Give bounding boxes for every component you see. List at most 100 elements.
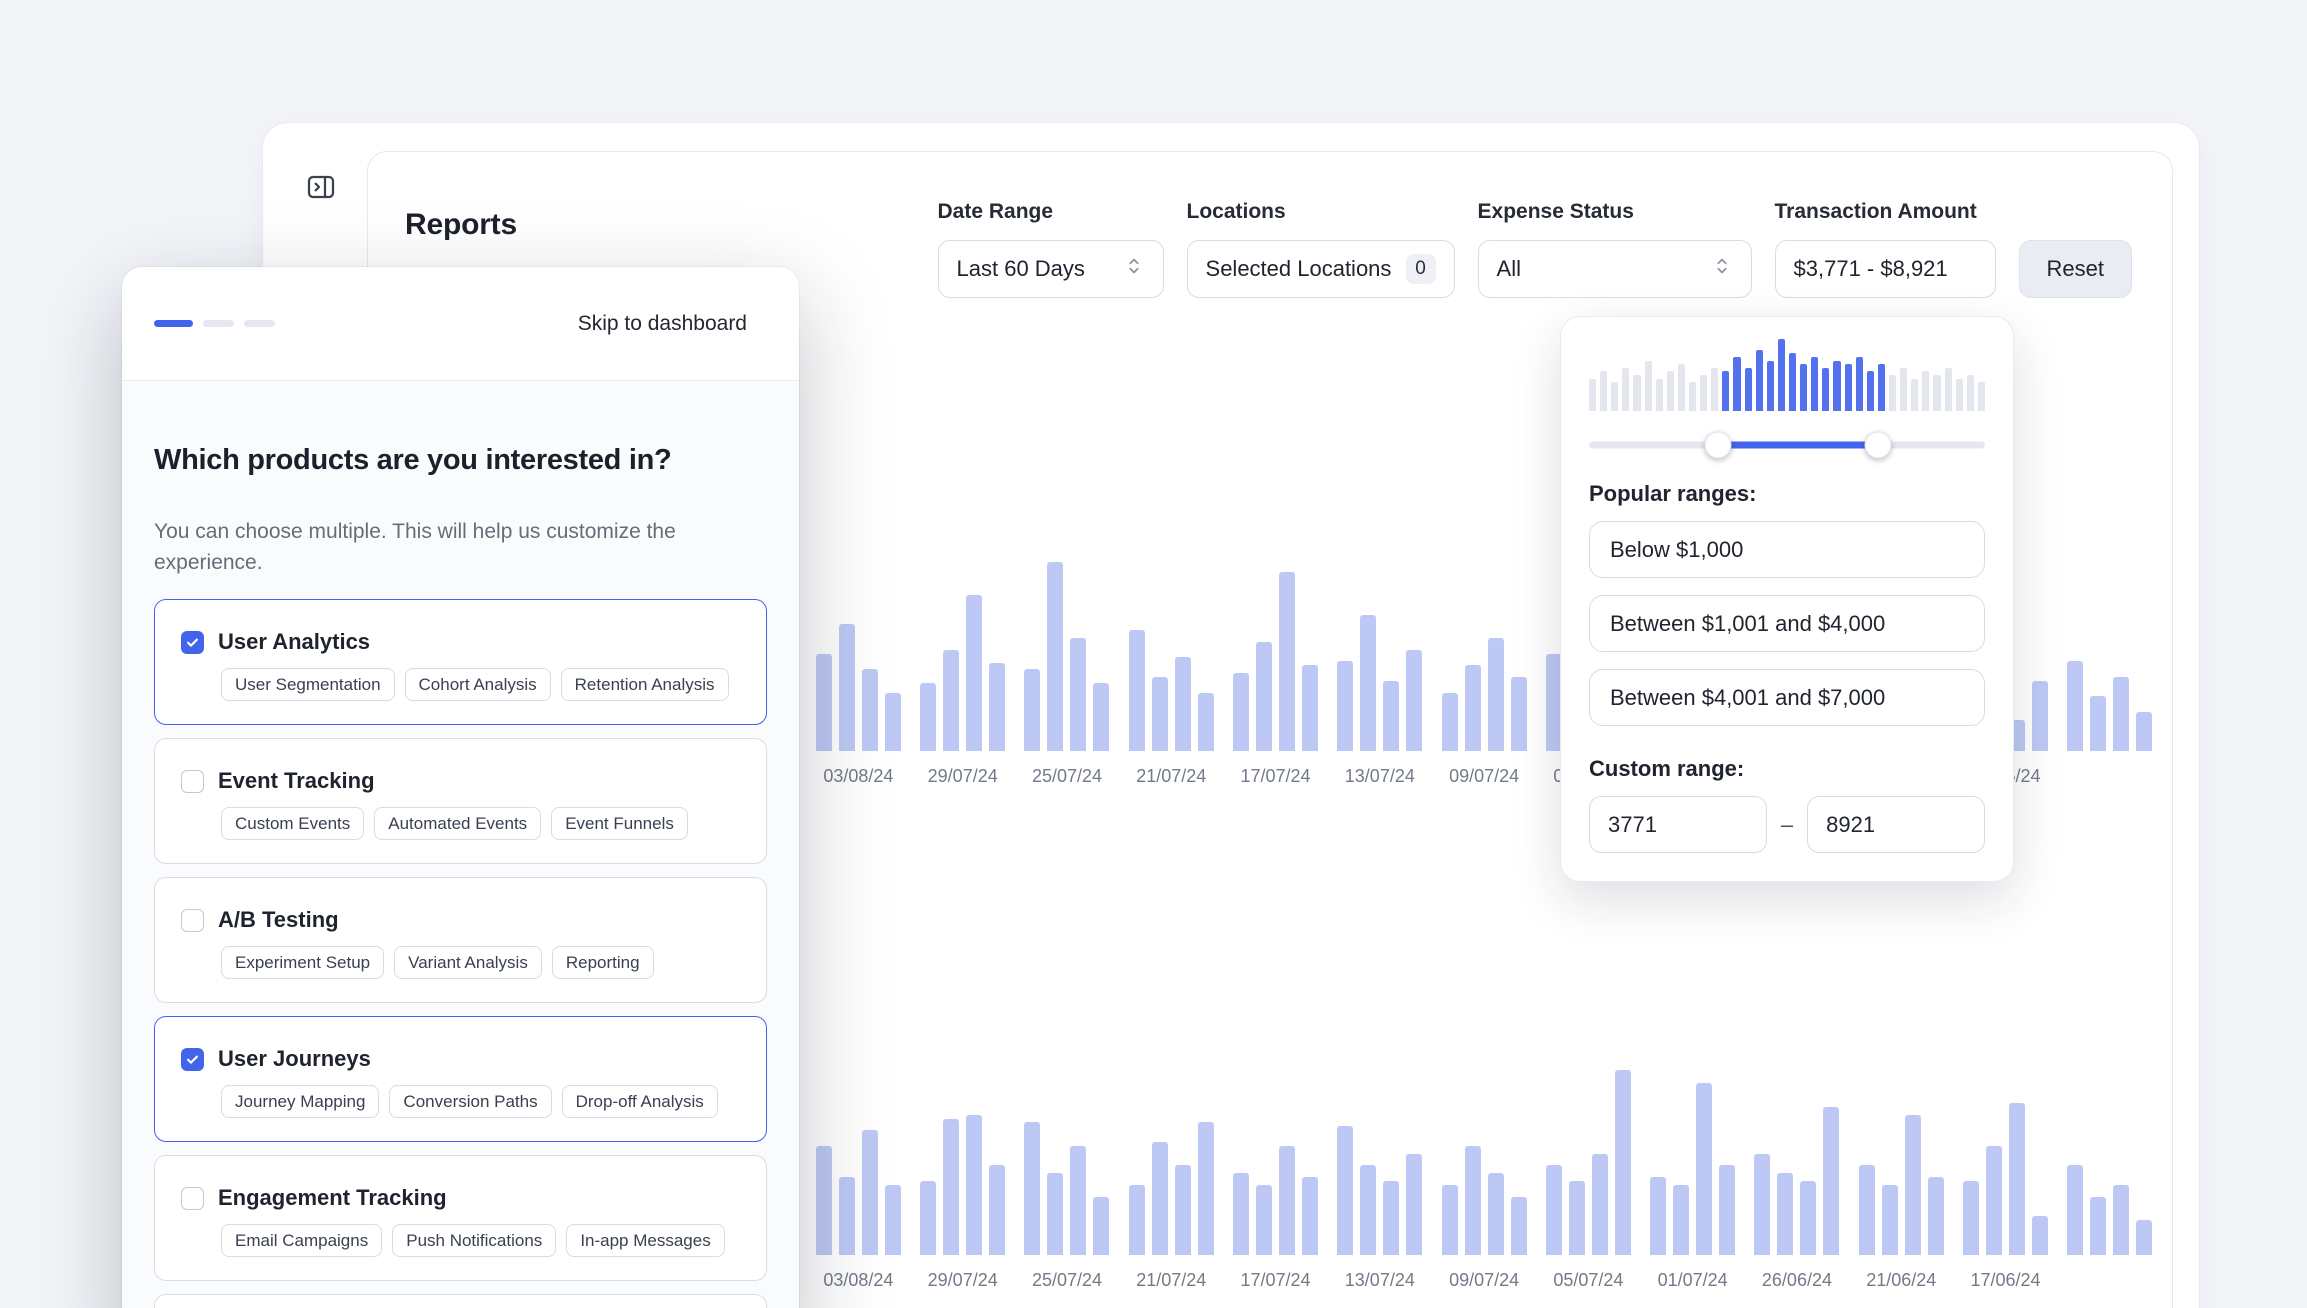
date-range-label: Date Range <box>937 200 1054 223</box>
x-axis-label <box>2058 751 2162 801</box>
product-tag: Retention Analysis <box>560 668 729 701</box>
product-card[interactable]: Event Tracking Custom Events Automated E… <box>154 738 767 864</box>
onboarding-title: Which products are you interested in? <box>154 444 672 476</box>
product-card-header: User Journeys <box>181 1046 742 1072</box>
chart-bar <box>1441 1184 1458 1255</box>
histogram-bar <box>1688 382 1697 411</box>
chart-bar <box>1047 561 1064 751</box>
chart-bar <box>1151 1141 1168 1255</box>
product-tag: Conversion Paths <box>389 1085 552 1118</box>
product-checkbox[interactable] <box>181 1047 204 1071</box>
x-axis-label: 21/06/24 <box>1866 1269 1937 1290</box>
product-card-header: Event Tracking <box>181 768 742 794</box>
histogram-bar <box>1811 357 1819 411</box>
histogram-bar <box>1744 367 1752 411</box>
histogram-bar <box>1644 360 1652 411</box>
date-range-select[interactable]: Last 60 Days <box>937 240 1164 298</box>
histogram-bar <box>1977 382 1985 411</box>
chart-bar <box>1591 1153 1608 1255</box>
chart-bar <box>1650 1177 1667 1255</box>
sidebar-toggle-button[interactable] <box>301 167 341 207</box>
range-button-below-1000[interactable]: Below $1,000 <box>1589 521 1985 578</box>
x-axis-label: 21/07/24 <box>1136 1269 1207 1290</box>
reset-filters-button[interactable]: Reset <box>2018 240 2132 298</box>
chart-bar <box>966 1114 983 1255</box>
histogram-bar <box>1911 378 1919 411</box>
chart-bar <box>943 1118 960 1255</box>
popular-ranges-label: Popular ranges: <box>1589 481 1757 506</box>
product-card[interactable]: User Analytics User Segmentation Cohort … <box>154 599 767 725</box>
chart-bar <box>861 1130 878 1255</box>
product-tag: Email Campaigns <box>221 1224 383 1257</box>
range-button-1001-4000[interactable]: Between $1,001 and $4,000 <box>1589 595 1985 652</box>
histogram-bar <box>1733 357 1741 411</box>
locations-select[interactable]: Selected Locations 0 <box>1186 240 1455 298</box>
transaction-amount-button[interactable]: $3,771 - $8,921 <box>1774 240 1996 298</box>
histogram-bar <box>1966 375 1974 411</box>
chart-bar <box>1800 1180 1817 1255</box>
transaction-amount-value: $3,771 - $8,921 <box>1793 256 1948 281</box>
product-tag: Event Funnels <box>551 807 688 840</box>
product-checkbox[interactable] <box>181 1186 204 1210</box>
product-name: Engagement Tracking <box>218 1185 447 1210</box>
chart-bar <box>1510 1196 1527 1255</box>
product-checkbox[interactable] <box>181 769 204 793</box>
product-tag: User Segmentation <box>221 668 395 701</box>
onboarding-modal: Skip to dashboard Which products are you… <box>122 267 799 1308</box>
product-card-header: Engagement Tracking <box>181 1185 742 1211</box>
chart-bar <box>1719 1165 1736 1255</box>
range-button-4001-7000[interactable]: Between $4,001 and $7,000 <box>1589 669 1985 726</box>
product-tag: Cohort Analysis <box>404 668 551 701</box>
filter-date-range: Date Range Last 60 Days <box>937 200 1164 298</box>
product-tags: User Segmentation Cohort Analysis Retent… <box>221 668 742 701</box>
histogram-bar <box>1866 371 1874 411</box>
chart-bar <box>966 595 983 751</box>
chart-bar <box>2009 1102 2026 1255</box>
chevron-updown-icon <box>1123 255 1145 283</box>
chart-bar <box>1441 692 1458 751</box>
chart-bar <box>1174 1165 1191 1255</box>
chart-bar <box>1279 1145 1296 1255</box>
product-tag: Push Notifications <box>392 1224 557 1257</box>
product-card[interactable]: Engagement Tracking Email Campaigns Push… <box>154 1155 767 1281</box>
expense-status-select[interactable]: All <box>1477 240 1752 298</box>
amount-histogram <box>1589 339 1985 411</box>
transaction-amount-popover: Popular ranges: Below $1,000 Between $1,… <box>1560 316 2014 882</box>
chart-bar <box>2113 676 2130 751</box>
product-card[interactable]: User Journeys Journey Mapping Conversion… <box>154 1016 767 1142</box>
page-title: Reports <box>405 208 517 241</box>
progress-segment <box>203 320 234 327</box>
chart-bar <box>1383 1180 1400 1255</box>
skip-to-dashboard-button[interactable]: Skip to dashboard <box>578 312 747 336</box>
product-tag: Automated Events <box>374 807 542 840</box>
chart-bar <box>1197 1122 1214 1255</box>
onboarding-body: Which products are you interested in? Yo… <box>122 381 799 1308</box>
chart-bar <box>1360 1165 1377 1255</box>
chart-bar <box>1093 1196 1110 1255</box>
amount-range-slider <box>1589 425 1985 465</box>
chart-bar <box>1302 1177 1319 1255</box>
slider-handle-min[interactable] <box>1704 431 1732 459</box>
chart-bar <box>1487 1173 1504 1255</box>
chart-bar <box>1070 637 1087 751</box>
max-amount-input[interactable] <box>1807 796 1985 853</box>
product-checkbox[interactable] <box>181 908 204 932</box>
x-axis-label: 09/07/24 <box>1449 1269 1520 1290</box>
histogram-bar <box>1800 364 1808 411</box>
histogram-bar <box>1822 367 1830 411</box>
chart-bar <box>1233 673 1250 751</box>
product-card-partial[interactable] <box>154 1294 767 1308</box>
product-name: User Analytics <box>218 629 371 654</box>
product-card-header: User Analytics <box>181 629 742 655</box>
filter-locations: Locations Selected Locations 0 <box>1186 200 1455 298</box>
slider-handle-max[interactable] <box>1864 431 1892 459</box>
histogram-bar <box>1944 367 1952 411</box>
chart-bar <box>1256 641 1273 751</box>
product-checkbox[interactable] <box>181 630 204 654</box>
product-card[interactable]: A/B Testing Experiment Setup Variant Ana… <box>154 877 767 1003</box>
custom-range-label: Custom range: <box>1589 756 1745 781</box>
histogram-bar <box>1622 367 1630 411</box>
min-amount-input[interactable] <box>1589 796 1767 853</box>
histogram-bar <box>1700 375 1708 411</box>
histogram-bar <box>1877 364 1885 411</box>
